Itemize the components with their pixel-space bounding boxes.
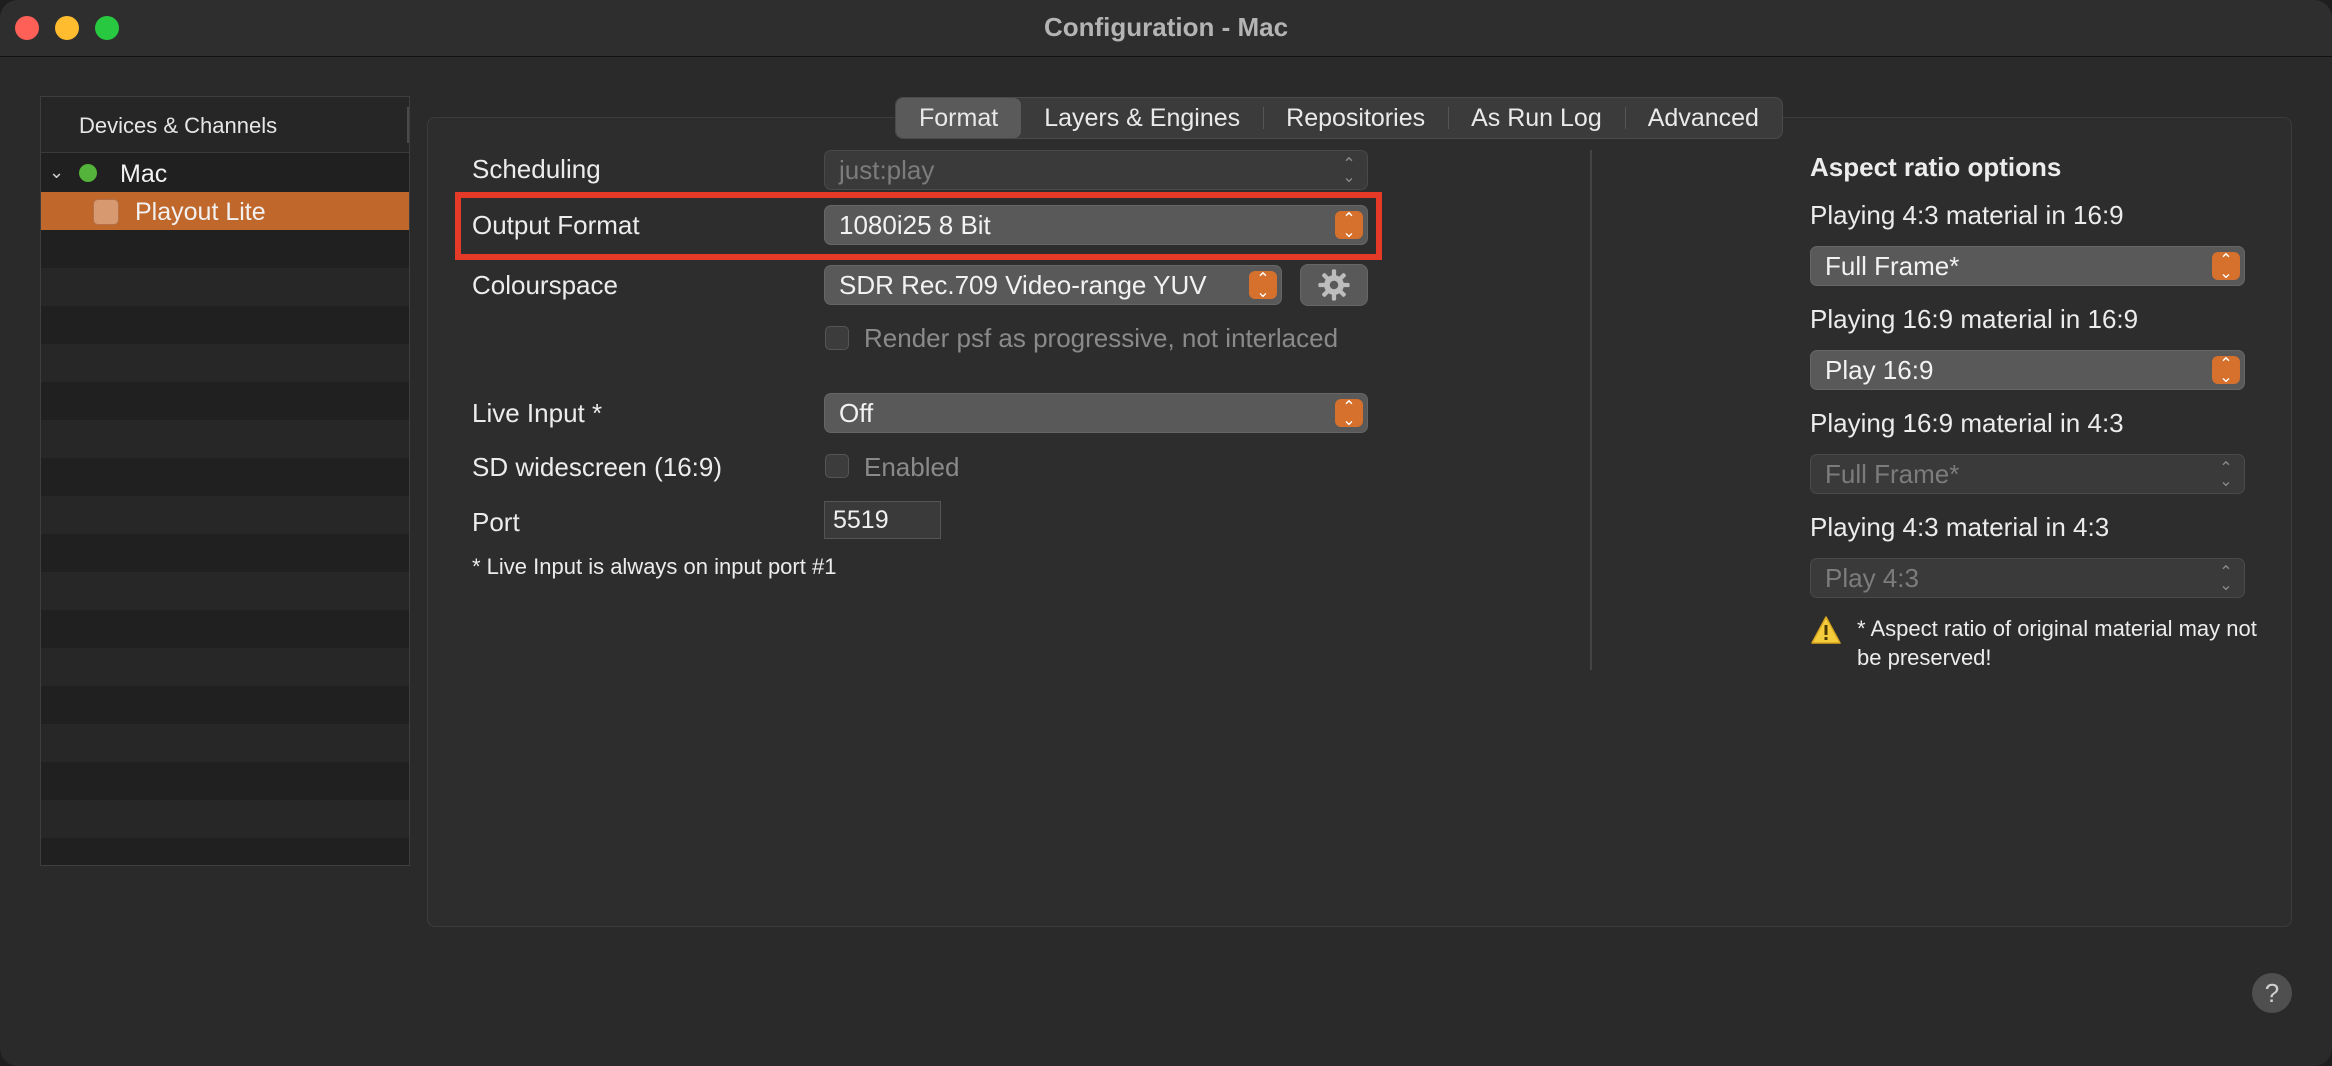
aspect-16-9-in-16-9-select[interactable]: Play 16:9 ⌃ ⌄ [1810,350,2245,390]
empty-row [41,230,409,268]
empty-row [41,420,409,458]
tab-repositories[interactable]: Repositories [1263,98,1448,138]
sidebar-item-playout-lite[interactable]: Playout Lite [41,192,409,230]
empty-row [41,572,409,610]
scheduling-value: just:play [839,155,935,185]
empty-row [41,648,409,686]
tab-advanced[interactable]: Advanced [1624,98,1782,138]
empty-row [41,306,409,344]
channel-icon [93,199,119,225]
aspect-option-value: Full Frame* [1825,459,1960,489]
port-input[interactable]: 5519 [824,501,941,539]
aspect-option-value: Play 16:9 [1825,355,1934,385]
sd-widescreen-label: SD widescreen (16:9) [472,452,722,482]
chevron-down-icon[interactable]: ⌄ [49,162,64,183]
colourspace-select[interactable]: SDR Rec.709 Video-range YUV ⌃ ⌄ [824,265,1282,305]
live-input-label: Live Input * [472,398,603,428]
devices-sidebar: Devices & Channels ⌄ Mac Playout Lite [40,96,410,866]
empty-row [41,686,409,724]
sidebar-header-label: Devices & Channels [79,113,278,138]
empty-row [41,534,409,572]
tab-layers-engines[interactable]: Layers & Engines [1021,98,1263,138]
aspect-option-label: Playing 16:9 material in 16:9 [1810,304,2139,334]
highlight-box [455,192,1382,260]
gear-icon [1318,269,1350,301]
device-list: ⌄ Mac Playout Lite [41,154,409,865]
empty-row [41,838,409,865]
aspect-4-3-in-4-3-select[interactable]: Play 4:3 ⌃ ⌄ [1810,558,2245,598]
empty-row [41,458,409,496]
sidebar-item-mac[interactable]: ⌄ Mac [41,154,409,192]
live-input-value: Off [839,398,874,428]
stepper-icon: ⌃ ⌄ [1342,156,1356,186]
stepper-icon: ⌃ ⌄ [2212,356,2240,386]
sidebar-item-label: Playout Lite [135,198,266,226]
stepper-icon: ⌃ ⌄ [2212,252,2240,282]
status-dot-icon [79,164,97,182]
empty-row [41,800,409,838]
aspect-option-label: Playing 16:9 material in 4:3 [1810,408,2124,438]
aspect-option-value: Play 4:3 [1825,563,1919,593]
title-bar: Configuration - Mac [0,0,2332,57]
empty-row [41,382,409,420]
tab-bar: Format Layers & Engines Repositories As … [895,97,1783,139]
port-label: Port [472,507,520,537]
sidebar-item-label: Mac [120,160,168,188]
scheduling-select[interactable]: just:play ⌃ ⌄ [824,150,1368,190]
stepper-icon: ⌃ ⌄ [1249,271,1277,301]
empty-row [41,610,409,648]
aspect-ratio-title: Aspect ratio options [1810,152,2062,182]
live-input-select[interactable]: Off ⌃ ⌄ [824,393,1368,433]
empty-row [41,268,409,306]
warning-icon [1811,616,1841,644]
live-input-footnote: * Live Input is always on input port #1 [472,554,837,579]
help-button[interactable]: ? [2252,973,2292,1013]
aspect-warning-text: * Aspect ratio of original material may … [1857,616,2257,670]
render-psf-checkbox[interactable] [825,326,849,350]
tab-format[interactable]: Format [896,98,1022,138]
section-divider [1590,150,1592,670]
empty-row [41,496,409,534]
empty-row [41,762,409,800]
sd-widescreen-checkbox[interactable] [825,454,849,478]
sd-widescreen-checkbox-label: Enabled [864,452,960,482]
empty-row [41,344,409,382]
stepper-icon: ⌃ ⌄ [2219,564,2233,594]
aspect-16-9-in-4-3-select[interactable]: Full Frame* ⌃ ⌄ [1810,454,2245,494]
configuration-window: Configuration - Mac Devices & Channels ⌄… [0,0,2332,1066]
colourspace-settings-button[interactable] [1300,264,1368,306]
scheduling-label: Scheduling [472,154,601,184]
stepper-icon: ⌃ ⌄ [2219,460,2233,490]
column-resize-handle[interactable] [407,107,409,143]
tab-as-run-log[interactable]: As Run Log [1448,98,1625,138]
window-title: Configuration - Mac [1043,12,1289,42]
aspect-option-label: Playing 4:3 material in 16:9 [1810,200,2124,230]
render-psf-label: Render psf as progressive, not interlace… [864,323,1339,353]
stepper-icon: ⌃ ⌄ [1335,399,1363,429]
sidebar-header: Devices & Channels [41,97,409,153]
empty-row [41,724,409,762]
aspect-option-value: Full Frame* [1825,251,1960,281]
aspect-4-3-in-16-9-select[interactable]: Full Frame* ⌃ ⌄ [1810,246,2245,286]
colourspace-label: Colourspace [472,270,618,300]
aspect-option-label: Playing 4:3 material in 4:3 [1810,512,2110,542]
colourspace-value: SDR Rec.709 Video-range YUV [839,270,1207,300]
